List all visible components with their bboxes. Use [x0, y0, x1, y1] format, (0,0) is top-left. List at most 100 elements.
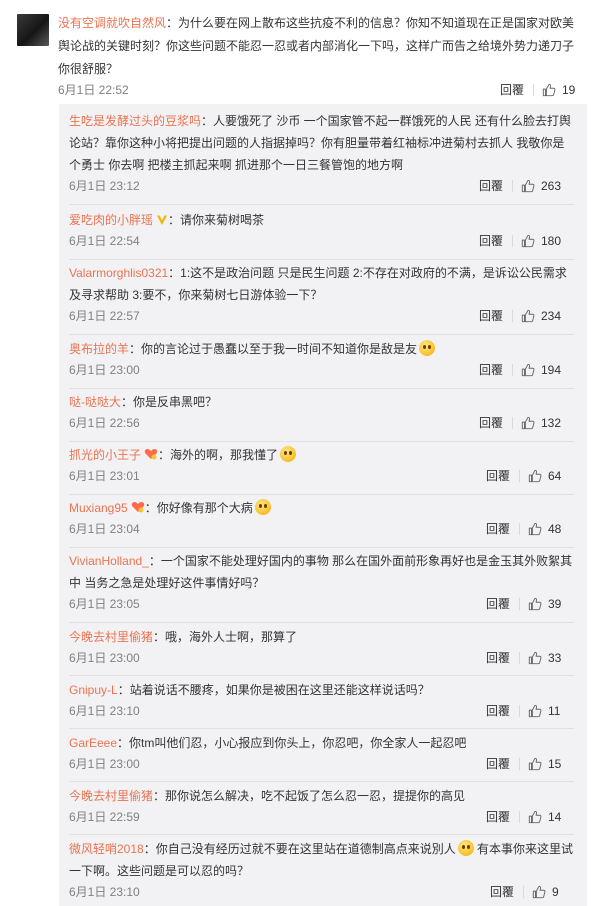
like-button[interactable]: 48	[528, 519, 561, 539]
thumbs-up-icon	[521, 416, 535, 430]
thumbs-up-icon	[521, 234, 535, 248]
like-button[interactable]: 64	[528, 466, 561, 486]
thumbs-up-icon	[528, 704, 542, 718]
like-count: 263	[541, 179, 562, 193]
reply-button[interactable]: 回覆	[490, 882, 514, 902]
reply-username[interactable]: 爱吃肉的小胖瑶	[69, 213, 153, 227]
like-button[interactable]: 9	[532, 882, 559, 902]
thumbs-up-icon	[528, 522, 542, 536]
reply-button[interactable]: 回覆	[486, 701, 510, 721]
reply-body: Valarmorghlis0321：1:这不是政治问题 只是民生问题 2:不存在…	[69, 262, 574, 306]
like-button[interactable]: 234	[521, 306, 561, 326]
reply-body: 哒-哒哒大：你是反串黑吧？	[69, 391, 574, 413]
reply-item: Valarmorghlis0321：1:这不是政治问题 只是民生问题 2:不存在…	[69, 262, 574, 326]
reply-button[interactable]: 回覆	[486, 594, 510, 614]
reply-time: 6月1日 22:56	[69, 416, 140, 430]
reply-time: 6月1日 23:00	[69, 363, 140, 377]
thumbs-up-icon	[528, 469, 542, 483]
reply-time: 6月1日 23:00	[69, 757, 140, 771]
like-button[interactable]: 14	[528, 807, 561, 827]
reply-text: ：那你说怎么解决，吃不起饭了怎么忍一忍，提提你的高见	[153, 789, 466, 803]
reply-button[interactable]: 回覆	[479, 231, 503, 251]
reply-body: 奥布拉的羊：你的言论过于愚蠢以至于我一时间不知道你是敌是友	[69, 338, 574, 360]
reply-meta: 6月1日 22:56 回覆 132	[69, 413, 574, 433]
reply-username[interactable]: 微风轻哨2018	[69, 842, 144, 856]
reply-username[interactable]: Muxiang95	[69, 501, 128, 515]
reply-button[interactable]: 回覆	[479, 360, 503, 380]
replies-panel: 生吃是发酵过头的豆浆吗：人要饿死了 沙币 一个国家管不起一群饿死的人民 还有什么…	[59, 104, 587, 906]
reply-item: Gnipuy-L：站着说话不腰疼，如果你是被困在这里还能这样说话吗？ 6月1日 …	[69, 679, 574, 721]
emoji-icon	[457, 840, 474, 856]
reply-button[interactable]: 回覆	[500, 80, 524, 100]
reply-item: VivianHolland_：一个国家不能处理好国内的事物 那么在国外面前形象再…	[69, 550, 574, 614]
reply-username[interactable]: Valarmorghlis0321	[69, 266, 168, 280]
like-count: 234	[541, 309, 562, 323]
reply-button[interactable]: 回覆	[486, 466, 510, 486]
reply-username[interactable]: 哒-哒哒大	[69, 395, 121, 409]
main-comment-body: 没有空调就吹自然风：为什么要在网上散布这些抗疫不利的信息？你知不知道现在正是国家…	[58, 12, 578, 81]
reply-button[interactable]: 回覆	[479, 306, 503, 326]
reply-meta: 6月1日 23:10 回覆 11	[69, 701, 574, 721]
like-button[interactable]: 263	[521, 176, 561, 196]
reply-button[interactable]: 回覆	[479, 176, 503, 196]
reply-username[interactable]: 生吃是发酵过头的豆浆吗	[69, 114, 201, 128]
reply-body: 生吃是发酵过头的豆浆吗：人要饿死了 沙币 一个国家管不起一群饿死的人民 还有什么…	[69, 110, 574, 176]
reply-text: ：站着说话不腰疼，如果你是被困在这里还能这样说话吗？	[117, 683, 430, 697]
reply-username[interactable]: 奥布拉的羊	[69, 342, 129, 356]
reply-username[interactable]: 抓光的小王子	[69, 448, 141, 462]
thumbs-up-icon	[521, 179, 535, 193]
reply-username[interactable]: VivianHolland_	[69, 554, 149, 568]
reply-item: 奥布拉的羊：你的言论过于愚蠢以至于我一时间不知道你是敌是友 6月1日 23:00…	[69, 338, 574, 380]
divider	[69, 441, 574, 442]
reply-body: 今晚去村里偷猪：哦，海外人士啊，那算了	[69, 626, 574, 648]
reply-body: 抓光的小王子 ：海外的啊，那我懂了	[69, 444, 574, 466]
like-button[interactable]: 19	[542, 80, 575, 100]
thumbs-up-icon	[521, 363, 535, 377]
like-count: 19	[562, 83, 576, 97]
like-button[interactable]: 11	[528, 701, 560, 721]
reply-body: Muxiang95 ：你好像有那个大病	[69, 497, 574, 519]
thumbs-up-icon	[528, 651, 542, 665]
divider	[512, 235, 513, 247]
reply-text: ：海外的啊，那我懂了	[158, 448, 279, 462]
main-comment-username[interactable]: 没有空调就吹自然风	[58, 16, 166, 30]
like-button[interactable]: 39	[528, 594, 561, 614]
reply-time: 6月1日 23:05	[69, 597, 140, 611]
like-button[interactable]: 180	[521, 231, 561, 251]
reply-item: 生吃是发酵过头的豆浆吗：人要饿死了 沙币 一个国家管不起一群饿死的人民 还有什么…	[69, 110, 574, 196]
divider	[69, 834, 574, 835]
reply-username[interactable]: Gnipuy-L	[69, 683, 118, 697]
reply-username[interactable]: 今晚去村里偷猪	[69, 630, 153, 644]
reply-meta: 6月1日 23:04 回覆 48	[69, 519, 574, 539]
like-count: 39	[548, 597, 562, 611]
thumbs-up-icon	[532, 885, 546, 899]
divider	[512, 180, 513, 192]
main-comment: 没有空调就吹自然风：为什么要在网上散布这些抗疫不利的信息？你知不知道现在正是国家…	[0, 0, 603, 104]
reply-item: 抓光的小王子 ：海外的啊，那我懂了 6月1日 23:01 回覆 64	[69, 444, 574, 486]
like-button[interactable]: 15	[528, 754, 561, 774]
reply-text: ：请你来菊树喝茶	[168, 213, 265, 227]
reply-text: ：你tm叫他们忍，小心报应到你头上，你忍吧，你全家人一起忍吧	[117, 736, 467, 750]
reply-meta: 6月1日 23:01 回覆 64	[69, 466, 574, 486]
reply-item: 哒-哒哒大：你是反串黑吧？ 6月1日 22:56 回覆 132	[69, 391, 574, 433]
reply-body: 爱吃肉的小胖瑶 ：请你来菊树喝茶	[69, 209, 574, 231]
emoji-icon	[280, 446, 297, 462]
reply-button[interactable]: 回覆	[479, 413, 503, 433]
reply-button[interactable]: 回覆	[486, 519, 510, 539]
reply-meta: 6月1日 22:54 回覆 180	[69, 231, 574, 251]
thumbs-up-icon	[521, 309, 535, 323]
like-button[interactable]: 194	[521, 360, 561, 380]
divider	[519, 811, 520, 823]
divider	[519, 758, 520, 770]
reply-time: 6月1日 22:59	[69, 810, 140, 824]
reply-button[interactable]: 回覆	[486, 807, 510, 827]
reply-username[interactable]: GarEeee	[69, 736, 117, 750]
like-button[interactable]: 33	[528, 648, 561, 668]
like-count: 132	[541, 416, 562, 430]
reply-button[interactable]: 回覆	[486, 648, 510, 668]
reply-username[interactable]: 今晚去村里偷猪	[69, 789, 153, 803]
reply-meta: 6月1日 23:12 回覆 263	[69, 176, 574, 196]
avatar[interactable]	[17, 14, 49, 46]
reply-button[interactable]: 回覆	[486, 754, 510, 774]
like-button[interactable]: 132	[521, 413, 561, 433]
